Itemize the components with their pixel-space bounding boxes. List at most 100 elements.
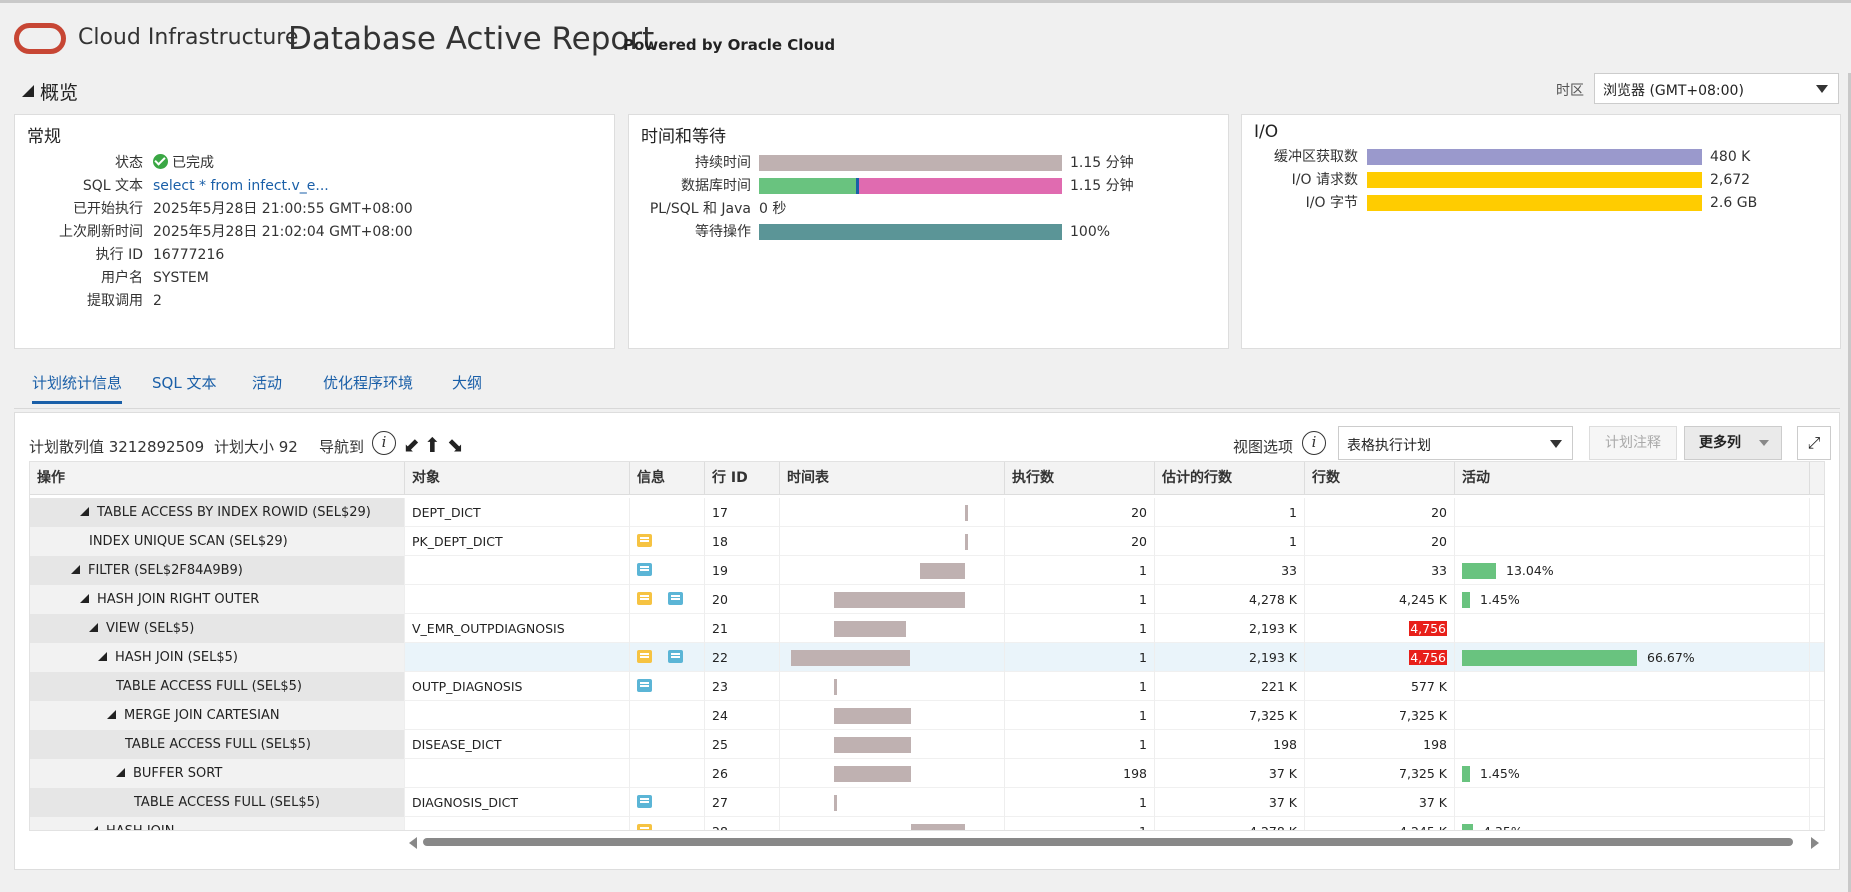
operation-cell[interactable]: TABLE ACCESS FULL (SEL$5) (30, 788, 405, 817)
rows-value: 4,756 (1409, 650, 1447, 665)
timeline-cell (780, 527, 1005, 556)
general-panel: 常规 状态 已完成 SQL 文本 select * from infect.v_e..… (14, 114, 615, 349)
object-cell: V_EMR_OUTPDIAGNOSIS (405, 614, 630, 643)
operation-cell[interactable]: INDEX UNIQUE SCAN (SEL$29) (30, 527, 405, 556)
io-label: I/O 字节 (1305, 195, 1358, 211)
line-id-cell: 17 (705, 498, 780, 527)
table-row[interactable]: FILTER (SEL$2F84A9B9) 19 1 33 33 13.04% (30, 556, 1824, 585)
operation-name: TABLE ACCESS FULL (SEL$5) (125, 737, 312, 752)
operation-cell[interactable]: TABLE ACCESS FULL (SEL$5) (30, 730, 405, 759)
predicate-filter-icon[interactable] (637, 679, 652, 692)
timezone-select[interactable]: 浏览器 (GMT+08:00) (1594, 73, 1839, 104)
operation-cell[interactable]: MERGE JOIN CARTESIAN (30, 701, 405, 730)
timeline-bar (965, 534, 968, 550)
collapse-triangle-icon[interactable] (89, 826, 98, 830)
brand-name: Cloud Infrastructure (78, 25, 299, 50)
estimated-rows-cell: 2,193 K (1155, 614, 1305, 643)
plan-table-header: 操作 对象 信息 行 ID 时间表 执行数 估计的行数 行数 活动 (30, 462, 1824, 495)
predicate-filter-icon[interactable] (668, 592, 683, 605)
table-row[interactable]: INDEX UNIQUE SCAN (SEL$29) PK_DEPT_DICT 18… (30, 527, 1824, 556)
operation-cell[interactable]: BUFFER SORT (30, 759, 405, 788)
table-row[interactable]: HASH JOIN 28 14,278 K 4,245 K 4.35% (30, 817, 1824, 830)
navigate-down-left-icon[interactable]: ⬋ (403, 433, 420, 457)
operation-name: TABLE ACCESS BY INDEX ROWID (SEL$29) (97, 505, 371, 520)
plan-notes-icon[interactable] (637, 534, 652, 547)
rows-cell: 37 K (1305, 788, 1455, 817)
operation-cell[interactable]: FILTER (SEL$2F84A9B9) (30, 556, 405, 585)
col-header-activity[interactable]: 活动 (1455, 462, 1810, 495)
io-bar (1367, 149, 1702, 165)
col-header-estimated-rows[interactable]: 估计的行数 (1155, 462, 1305, 495)
expand-icon[interactable]: ⤢ (1797, 426, 1831, 460)
collapse-triangle-icon[interactable] (116, 768, 125, 777)
table-row[interactable]: HASH JOIN (SEL$5) 22 1 2,193 K 4,756 66.67% (30, 643, 1824, 672)
collapse-triangle-icon[interactable] (80, 507, 89, 516)
general-row-value: 已完成 (172, 155, 214, 171)
table-row[interactable]: MERGE JOIN CARTESIAN 24 1 7,325 K 7,325 K (30, 701, 1824, 730)
tab-sql-text[interactable]: SQL 文本 (152, 372, 216, 401)
general-row: SQL 文本 select * from infect.v_e... (15, 174, 615, 198)
line-id-cell: 27 (705, 788, 780, 817)
plan-notes-icon[interactable] (637, 650, 652, 663)
navigate-down-right-icon[interactable]: ⬊ (447, 433, 464, 457)
table-row[interactable]: TABLE ACCESS FULL (SEL$5) OUTP_DIAGNOSIS 2… (30, 672, 1824, 701)
plan-view-select[interactable]: 表格执行计划 (1338, 426, 1573, 460)
more-columns-button[interactable]: 更多列 (1684, 426, 1782, 460)
col-header-timeline[interactable]: 时间表 (780, 462, 1005, 495)
table-row[interactable]: VIEW (SEL$5) V_EMR_OUTPDIAGNOSIS 21 1 2,193 … (30, 614, 1824, 643)
info-icon[interactable]: i (372, 431, 396, 455)
table-row[interactable]: HASH JOIN RIGHT OUTER 20 1 4,278 K 4,245 K 1.… (30, 585, 1824, 614)
operation-cell[interactable]: TABLE ACCESS FULL (SEL$5) (30, 672, 405, 701)
predicate-filter-icon[interactable] (668, 650, 683, 663)
col-header-rows[interactable]: 行数 (1305, 462, 1455, 495)
table-row[interactable]: TABLE ACCESS FULL (SEL$5) DIAGNOSIS_DICT 2… (30, 788, 1824, 817)
operation-name: INDEX UNIQUE SCAN (SEL$29) (89, 534, 288, 549)
collapse-triangle-icon[interactable] (107, 710, 116, 719)
collapse-triangle-icon[interactable] (80, 594, 89, 603)
operation-cell[interactable]: VIEW (SEL$5) (30, 614, 405, 643)
plan-notes-icon[interactable] (637, 824, 652, 830)
tab-activity[interactable]: 活动 (252, 372, 282, 401)
table-row[interactable]: BUFFER SORT 26 198 37 K 7,325 K 1.45% (30, 759, 1824, 788)
horizontal-scrollbar[interactable] (409, 835, 1819, 849)
col-header-executions[interactable]: 执行数 (1005, 462, 1155, 495)
col-header-object[interactable]: 对象 (405, 462, 630, 495)
tab-outline[interactable]: 大纲 (452, 372, 482, 401)
operation-cell[interactable]: HASH JOIN RIGHT OUTER (30, 585, 405, 614)
table-row[interactable]: TABLE ACCESS BY INDEX ROWID (SEL$29) DEPT… (30, 498, 1824, 527)
operation-cell[interactable]: HASH JOIN (30, 817, 405, 830)
collapse-triangle-icon[interactable] (98, 652, 107, 661)
collapse-triangle-icon[interactable] (89, 623, 98, 632)
rows-cell: 20 (1305, 498, 1455, 527)
general-row-value[interactable]: select * from infect.v_e... (153, 174, 329, 198)
object-cell (405, 643, 630, 672)
plan-note-button[interactable]: 计划注释 (1589, 426, 1677, 460)
io-label: I/O 请求数 (1291, 172, 1358, 188)
operation-cell[interactable]: HASH JOIN (SEL$5) (30, 643, 405, 672)
rows-cell: 4,756 (1305, 614, 1455, 643)
overview-toggle[interactable]: 概览 (22, 78, 78, 105)
col-header-info[interactable]: 信息 (630, 462, 705, 495)
col-header-line-id[interactable]: 行 ID (705, 462, 780, 495)
navigate-up-icon[interactable]: ⬆ (424, 433, 441, 457)
info-cell (630, 527, 705, 556)
object-cell: OUTP_DIAGNOSIS (405, 672, 630, 701)
predicate-filter-icon[interactable] (637, 795, 652, 808)
plan-notes-icon[interactable] (637, 592, 652, 605)
predicate-filter-icon[interactable] (637, 563, 652, 576)
io-row: I/O 字节 2.6 GB (1242, 191, 1842, 215)
scroll-left-icon[interactable] (409, 837, 417, 849)
table-row[interactable]: TABLE ACCESS FULL (SEL$5) DISEASE_DICT 25 1… (30, 730, 1824, 759)
estimated-rows-cell: 33 (1155, 556, 1305, 585)
executions-cell: 1 (1005, 672, 1155, 701)
col-header-operation[interactable]: 操作 (30, 462, 405, 495)
rows-cell: 7,325 K (1305, 701, 1455, 730)
horizontal-scroll-thumb[interactable] (423, 838, 1793, 846)
collapse-triangle-icon[interactable] (71, 565, 80, 574)
tab-optimizer-environment[interactable]: 优化程序环境 (323, 372, 413, 401)
view-options-info-icon[interactable]: i (1302, 431, 1326, 455)
scroll-right-icon[interactable] (1811, 837, 1819, 849)
tab-plan-statistics[interactable]: 计划统计信息 (32, 372, 123, 404)
operation-cell[interactable]: TABLE ACCESS BY INDEX ROWID (SEL$29) (30, 498, 405, 527)
general-row-value: 2025年5月28日 21:02:04 GMT+08:00 (153, 224, 413, 240)
